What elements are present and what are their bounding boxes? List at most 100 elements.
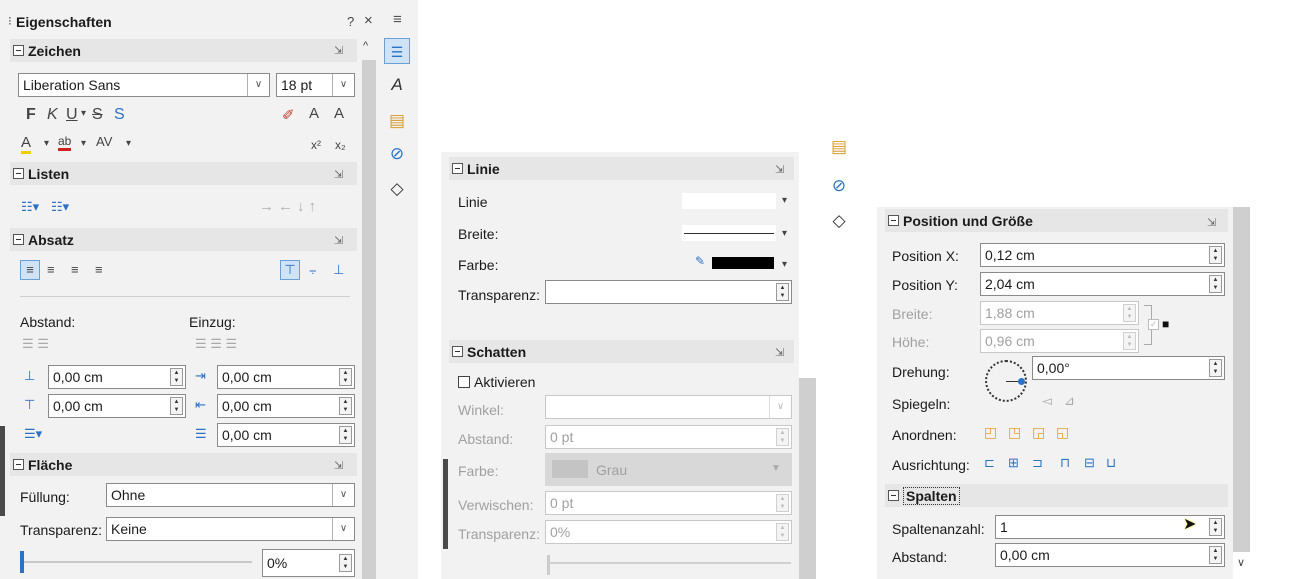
more-options-icon[interactable]: ⇲ bbox=[775, 163, 784, 176]
posx-input[interactable]: 0,12 cm ▲ ▼ bbox=[980, 243, 1225, 267]
subscript-button[interactable]: x₂ bbox=[335, 138, 346, 152]
shapes-tab-icon[interactable]: ◇ bbox=[826, 208, 852, 234]
align-top-button[interactable]: ⊤ bbox=[280, 260, 300, 280]
close-button[interactable]: × bbox=[364, 12, 373, 29]
chevron-down-icon[interactable]: ▾ bbox=[782, 259, 787, 270]
align-left-icon[interactable]: ⊏ bbox=[984, 455, 995, 471]
collapse-icon[interactable] bbox=[888, 490, 899, 501]
space-above-input[interactable]: 0,00 cm ▲ ▼ bbox=[48, 365, 186, 389]
superscript-button[interactable]: x² bbox=[311, 138, 321, 152]
underline-button[interactable]: U bbox=[66, 106, 78, 124]
line-spacing-icon[interactable]: ☰▾ bbox=[24, 426, 42, 442]
chevron-down-icon[interactable]: ∨ bbox=[332, 518, 354, 540]
chevron-down-icon[interactable]: ∨ bbox=[247, 74, 269, 96]
scrollbar[interactable] bbox=[799, 378, 816, 579]
collapse-icon[interactable] bbox=[888, 215, 899, 226]
chevron-down-icon[interactable]: ∨ bbox=[769, 396, 791, 418]
bullet-list-icon[interactable]: ☷▾ bbox=[21, 199, 39, 215]
properties-tab-icon[interactable]: ☰ bbox=[384, 38, 410, 64]
rotation-input[interactable]: 0,00° ▲ ▼ bbox=[1032, 356, 1225, 380]
linie-section-header[interactable]: Linie bbox=[449, 157, 794, 180]
scroll-down-icon[interactable]: ∨ bbox=[1237, 556, 1245, 569]
chevron-down-icon[interactable]: ▾ bbox=[782, 228, 787, 239]
spin-buttons[interactable]: ▲ ▼ bbox=[339, 554, 352, 572]
shadow-transparency-slider[interactable] bbox=[547, 562, 791, 564]
fill-select[interactable]: Ohne ∨ bbox=[106, 483, 355, 507]
transparency-select[interactable]: Keine ∨ bbox=[106, 517, 355, 541]
absatz-section-header[interactable]: Absatz bbox=[10, 228, 357, 251]
menu-icon[interactable]: ≡ bbox=[393, 11, 402, 28]
transparency-slider-handle[interactable] bbox=[20, 551, 24, 573]
align-left-button[interactable]: ≡ bbox=[20, 260, 40, 280]
column-spacing-input[interactable]: 0,00 cm ▲ ▼ bbox=[995, 543, 1225, 567]
angle-select[interactable]: ∨ bbox=[545, 395, 792, 419]
align-middle-icon[interactable]: ⨪ bbox=[309, 262, 317, 278]
indent-after-input[interactable]: 0,00 cm ▲ ▼ bbox=[217, 394, 355, 418]
shapes-tab-icon[interactable]: ◇ bbox=[384, 176, 410, 202]
gallery-tab-icon[interactable]: ▤ bbox=[384, 108, 410, 134]
scrollbar[interactable] bbox=[1233, 207, 1250, 552]
chevron-down-icon[interactable]: ▾ bbox=[782, 195, 787, 206]
activate-checkbox[interactable] bbox=[458, 376, 470, 388]
shrink-font-icon[interactable]: A bbox=[334, 105, 344, 122]
navigator-tab-icon[interactable]: ⊘ bbox=[826, 173, 852, 199]
grow-font-icon[interactable]: A bbox=[309, 105, 319, 122]
send-to-back-icon[interactable]: ◱ bbox=[1056, 424, 1069, 441]
char-spacing-icon[interactable]: AV bbox=[96, 134, 112, 149]
chevron-down-icon[interactable]: ▼ bbox=[771, 463, 781, 474]
height-input[interactable]: 0,96 cm ▲ ▼ bbox=[980, 329, 1139, 353]
schatten-section-header[interactable]: Schatten bbox=[449, 340, 794, 363]
indent-before-input[interactable]: 0,00 cm ▲ ▼ bbox=[217, 365, 355, 389]
align-top-icon[interactable]: ⊓ bbox=[1060, 455, 1070, 471]
listen-section-header[interactable]: Listen bbox=[10, 162, 357, 185]
line-style-select[interactable] bbox=[682, 193, 776, 209]
shadow-button[interactable]: S bbox=[114, 106, 125, 124]
rotation-dial-handle[interactable] bbox=[1018, 378, 1025, 385]
collapse-icon[interactable] bbox=[13, 459, 24, 470]
more-options-icon[interactable]: ⇲ bbox=[334, 44, 343, 57]
collapse-icon[interactable] bbox=[13, 168, 24, 179]
transparency-slider-track[interactable] bbox=[22, 561, 252, 563]
align-bottom-icon[interactable]: ⊥ bbox=[333, 262, 344, 278]
flip-horizontal-icon[interactable]: ⊿ bbox=[1064, 393, 1075, 409]
align-right-button[interactable]: ≡ bbox=[71, 262, 79, 277]
bring-forward-icon[interactable]: ◳ bbox=[1008, 424, 1021, 441]
line-width-select[interactable] bbox=[682, 225, 776, 241]
collapse-icon[interactable] bbox=[452, 163, 463, 174]
bold-button[interactable]: F bbox=[26, 106, 36, 124]
send-backward-icon[interactable]: ◲ bbox=[1032, 424, 1045, 441]
position-size-section-header[interactable]: Position und Größe bbox=[885, 209, 1228, 232]
chevron-down-icon[interactable]: ∨ bbox=[332, 484, 354, 506]
keep-ratio-checkbox[interactable]: ✓ bbox=[1148, 319, 1159, 330]
navigator-tab-icon[interactable]: ⊘ bbox=[384, 141, 410, 167]
more-options-icon[interactable]: ⇲ bbox=[334, 168, 343, 181]
spin-buttons[interactable]: ▲ ▼ bbox=[776, 523, 789, 541]
underline-dropdown-icon[interactable]: ▾ bbox=[81, 108, 86, 119]
more-options-icon[interactable]: ⇲ bbox=[334, 234, 343, 247]
line-transparency-input[interactable]: ▲ ▼ bbox=[545, 280, 792, 304]
clear-formatting-icon[interactable]: ✐ bbox=[282, 106, 295, 124]
width-input[interactable]: 1,88 cm ▲ ▼ bbox=[980, 301, 1139, 325]
styles-tab-icon[interactable]: A bbox=[384, 72, 410, 98]
font-color-dropdown-icon[interactable]: ▾ bbox=[44, 138, 49, 149]
spin-buttons[interactable]: ▲ ▼ bbox=[1209, 518, 1222, 536]
shadow-transparency-input[interactable]: 0% ▲ ▼ bbox=[545, 520, 792, 544]
zeichen-section-header[interactable]: Zeichen bbox=[10, 39, 357, 62]
spin-buttons[interactable]: ▲ ▼ bbox=[776, 494, 789, 512]
collapse-icon[interactable] bbox=[452, 346, 463, 357]
distance-input[interactable]: 0 pt ▲ ▼ bbox=[545, 425, 792, 449]
spin-buttons[interactable]: ▲ ▼ bbox=[776, 428, 789, 446]
spalten-section-header[interactable]: Spalten bbox=[885, 484, 1228, 507]
scrollbar[interactable] bbox=[362, 60, 376, 579]
spin-buttons[interactable]: ▲ ▼ bbox=[1209, 246, 1222, 264]
spin-buttons[interactable]: ▲ ▼ bbox=[170, 397, 183, 415]
bring-to-front-icon[interactable]: ◰ bbox=[984, 424, 997, 441]
align-bottom-icon[interactable]: ⊔ bbox=[1106, 455, 1116, 471]
more-options-icon[interactable]: ⇲ bbox=[1207, 216, 1216, 229]
line-color-icon[interactable]: ✎ bbox=[695, 254, 705, 268]
panel-grip-icon[interactable]: ⁝ bbox=[8, 14, 12, 28]
italic-button[interactable]: K bbox=[47, 106, 58, 124]
highlight-dropdown-icon[interactable]: ▾ bbox=[81, 138, 86, 149]
collapse-icon[interactable] bbox=[13, 234, 24, 245]
spin-buttons[interactable]: ▲ ▼ bbox=[1209, 359, 1222, 377]
